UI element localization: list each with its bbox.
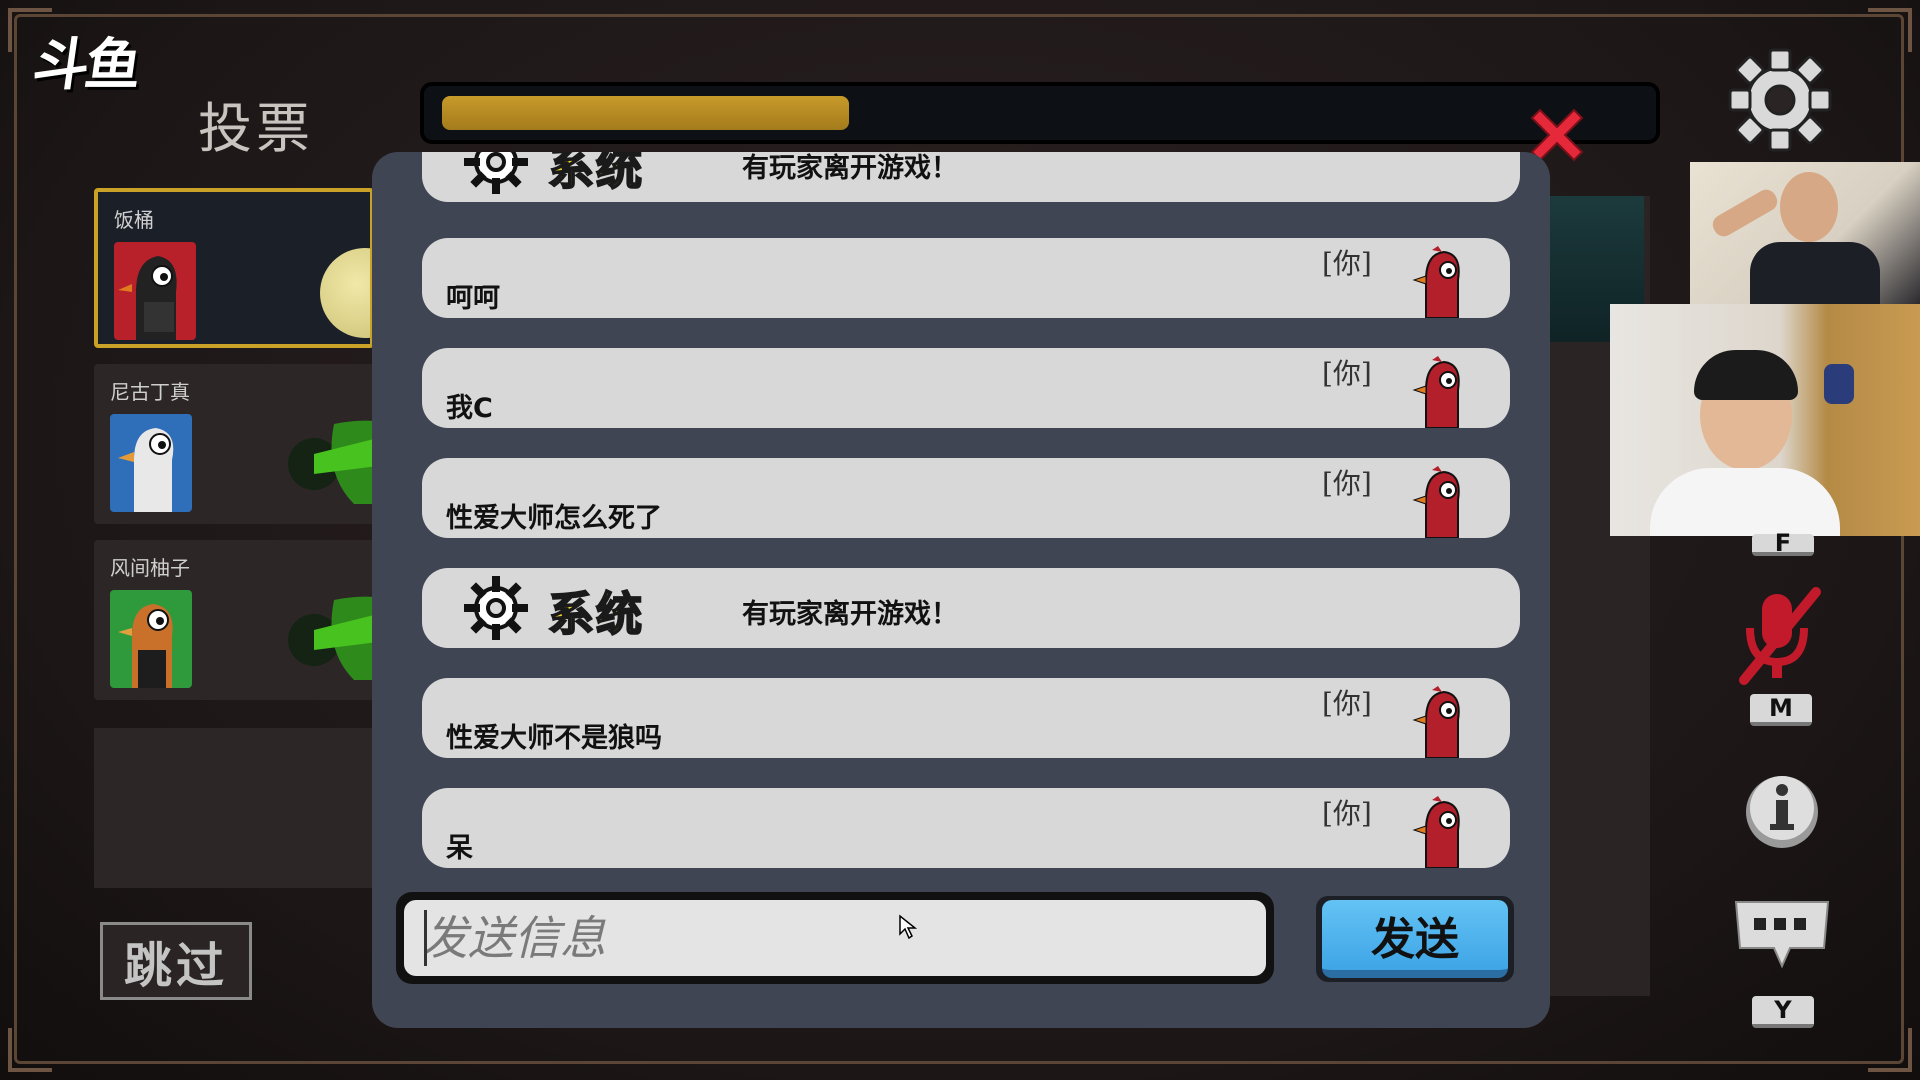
gear-icon[interactable] <box>1726 46 1834 154</box>
chat-message-text: 性爱大师怎么死了 <box>446 503 662 534</box>
hanging-cap <box>1824 364 1854 404</box>
player-card[interactable]: 风间柚子 <box>94 540 374 700</box>
person-shirt <box>1650 468 1840 536</box>
chat-message: 性爱大师怎么死了 [你] <box>422 458 1510 538</box>
chat-message-list[interactable]: 系统 有玩家离开游戏！ 呵呵 [你] 我C [你] 性爱大师怎么死了 [你] 系… <box>372 152 1550 874</box>
chat-message: 我C [你] <box>422 348 1510 428</box>
page-title: 投票 <box>198 97 314 160</box>
chat-message: 性爱大师不是狼吗 [你] <box>422 678 1510 758</box>
chat-message: 呆 [你] <box>422 788 1510 868</box>
key-badge: F <box>1752 529 1814 557</box>
you-tag: [你] <box>1322 247 1372 280</box>
mic-muted-icon[interactable] <box>1730 584 1830 694</box>
send-button[interactable]: 发送 <box>1322 900 1508 978</box>
streamer-webcam-1 <box>1690 162 1920 304</box>
player-name: 尼古丁真 <box>110 380 190 404</box>
duck-avatar-icon <box>110 590 192 688</box>
gear-icon <box>464 576 528 640</box>
duck-avatar-icon <box>1412 686 1460 758</box>
saluting-hand <box>1709 185 1781 241</box>
frame-corner <box>1868 1028 1912 1072</box>
streamer-webcam-2 <box>1610 304 1920 536</box>
system-label: 系统 <box>547 586 644 642</box>
duck-avatar-icon <box>1412 466 1460 538</box>
system-message-text: 有玩家离开游戏！ <box>742 599 958 630</box>
player-name: 风间柚子 <box>110 556 190 580</box>
chat-bubble-icon[interactable] <box>1730 896 1834 982</box>
chat-input-wrapper <box>396 892 1274 984</box>
plant-decoration <box>288 596 374 680</box>
chat-message-text: 呵呵 <box>446 283 500 314</box>
person-suit <box>1750 242 1880 304</box>
plant-decoration <box>288 420 374 504</box>
duck-avatar-icon <box>1412 246 1460 318</box>
moon-decoration <box>320 248 370 338</box>
you-tag: [你] <box>1322 357 1372 390</box>
you-tag: [你] <box>1322 467 1372 500</box>
text-caret <box>424 910 427 966</box>
chat-panel: 系统 有玩家离开游戏！ 呵呵 [你] 我C [你] 性爱大师怎么死了 [你] 系… <box>372 152 1550 1028</box>
send-button-frame: 发送 <box>1316 896 1514 982</box>
player-list: 饭桶 尼古丁真 风间柚子 <box>94 188 374 888</box>
chat-message-text: 性爱大师不是狼吗 <box>446 723 662 754</box>
frame-corner <box>1868 8 1912 52</box>
vote-timer-bar <box>420 82 1660 144</box>
duck-avatar-icon <box>114 242 196 340</box>
you-tag: [你] <box>1322 687 1372 720</box>
system-label: 系统 <box>547 152 644 196</box>
system-message: 系统 有玩家离开游戏！ <box>422 568 1520 648</box>
duck-avatar-icon <box>1412 796 1460 868</box>
key-badge: Y <box>1752 996 1814 1028</box>
frame-corner <box>8 1028 52 1072</box>
person-face <box>1780 172 1838 242</box>
info-icon[interactable] <box>1742 772 1822 852</box>
key-badge: M <box>1750 694 1812 726</box>
person-hair <box>1694 350 1798 400</box>
goose-avatar-icon <box>110 414 192 512</box>
vote-timer-fill <box>442 96 849 130</box>
skip-vote-button[interactable]: 跳过 <box>100 922 252 1000</box>
mouse-cursor-icon <box>899 914 918 940</box>
system-message: 系统 有玩家离开游戏！ <box>422 152 1520 202</box>
player-card-empty <box>94 728 374 888</box>
chat-message-text: 呆 <box>446 833 473 864</box>
chat-message-text: 我C <box>446 393 493 424</box>
chat-input[interactable] <box>404 900 1266 976</box>
chat-message: 呵呵 [你] <box>422 238 1510 318</box>
player-card[interactable]: 尼古丁真 <box>94 364 374 524</box>
gear-icon <box>464 152 528 194</box>
duck-avatar-icon <box>1412 356 1460 428</box>
stream-logo: 斗鱼 <box>28 33 142 98</box>
system-message-text: 有玩家离开游戏！ <box>742 153 958 184</box>
player-name: 饭桶 <box>114 208 154 232</box>
game-stage: 斗鱼 投票 饭桶 尼古丁真 风间柚子 跳过 系统 有玩家离开游戏！ 呵呵 [你]… <box>0 0 1920 1080</box>
player-card[interactable]: 饭桶 <box>94 188 374 348</box>
you-tag: [你] <box>1322 797 1372 830</box>
